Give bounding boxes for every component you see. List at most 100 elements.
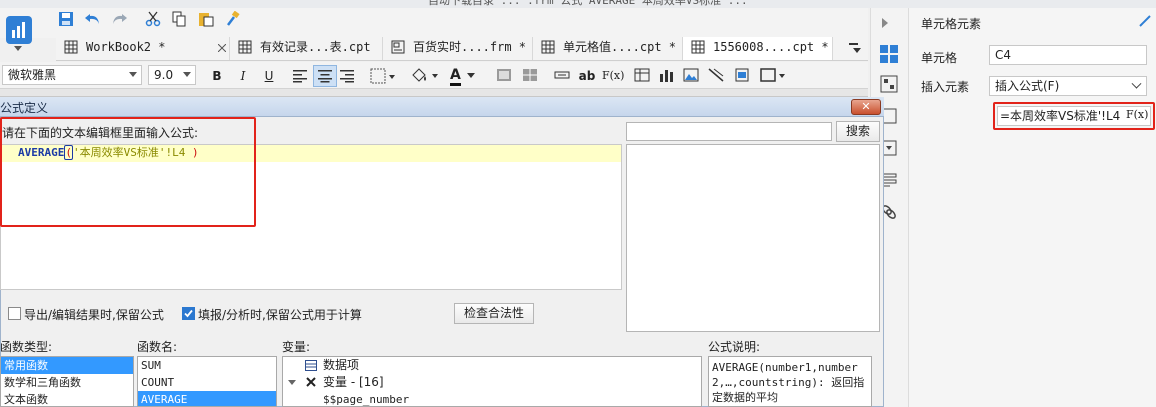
tree-item[interactable]: 数据项 [283, 357, 701, 374]
text-field-icon[interactable] [554, 68, 572, 88]
insert-label: 插入元素 [921, 80, 970, 94]
tab-label: 1556008....cpt * [713, 40, 829, 54]
export-keep-formula-checkbox[interactable] [8, 307, 21, 320]
window-title-bar: 自动下载目录 ... .frm 公式 AVERAGE 本周效率VS标准 ... [0, 0, 1156, 8]
list-item[interactable]: 文本函数 [1, 391, 133, 406]
function-type-list[interactable]: 常用函数 数学和三角函数 文本函数 [0, 356, 134, 407]
tab-label: WorkBook2 * [86, 40, 166, 54]
tab-cellvalue[interactable]: 单元格值....cpt * [533, 37, 683, 60]
grid-icon [238, 40, 252, 54]
list-item[interactable]: SUM [138, 357, 276, 374]
sub-report-icon[interactable] [734, 68, 752, 88]
logo-dropdown-arrow[interactable] [14, 46, 22, 51]
insert-element-value: 插入公式(F) [995, 79, 1060, 93]
redo-icon[interactable] [110, 11, 128, 27]
tree-item-label: 数据项 [323, 358, 360, 372]
tree-item[interactable]: $$page_number [283, 391, 701, 406]
tab-overflow-icon[interactable] [848, 41, 862, 55]
font-name-select[interactable]: 微软雅黑 [2, 65, 142, 85]
window-title: 自动下载目录 ... .frm 公式 AVERAGE 本周效率VS标准 ... [428, 0, 748, 7]
grid-icon [64, 40, 78, 54]
list-item[interactable]: 数学和三角函数 [1, 374, 133, 391]
font-color-button[interactable]: A [450, 65, 475, 86]
format-toolbar: 微软雅黑 9.0 B I U A ab F(x) [0, 62, 868, 89]
paste-icon[interactable] [198, 11, 214, 27]
font-size-select[interactable]: 9.0 [148, 65, 196, 85]
panel-title: 单元格元素 [921, 17, 982, 31]
tab-label: 百货实时....frm * [413, 40, 527, 54]
list-item[interactable]: AVERAGE [138, 391, 276, 406]
description-label: 公式说明: [708, 340, 761, 354]
chevron-down-icon [1131, 78, 1142, 89]
tree-item-label: 变量 - [16] [323, 375, 384, 389]
fill-color-icon[interactable] [410, 67, 440, 87]
variable-tree[interactable]: 数据项 变量 - [16] $$page_number [282, 356, 702, 407]
form-icon [391, 40, 405, 54]
search-button[interactable]: 搜索 [836, 121, 880, 142]
underline-button[interactable]: U [260, 66, 278, 86]
fill-keep-formula-label: 填报/分析时,保留公式用于计算 [198, 308, 362, 322]
insert-element-select[interactable]: 插入公式(F) [989, 76, 1147, 96]
list-item[interactable]: COUNT [138, 374, 276, 391]
expand-icon[interactable] [288, 380, 296, 385]
description-text: AVERAGE(number1,number2,…,countstring): … [712, 361, 865, 404]
align-right-icon[interactable] [339, 69, 357, 89]
chart-icon[interactable] [658, 68, 676, 88]
cut-icon[interactable] [145, 11, 161, 27]
undo-icon[interactable] [84, 11, 102, 27]
cell-field[interactable]: C4 [989, 45, 1147, 65]
list-item[interactable]: 常用函数 [1, 357, 133, 374]
variable-icon [305, 376, 317, 388]
variable-label: 变量: [282, 340, 311, 354]
tab-label: 单元格值....cpt * [563, 40, 677, 54]
frame-icon[interactable] [760, 68, 786, 88]
fill-keep-formula-checkbox[interactable] [182, 307, 195, 320]
format-painter-icon[interactable] [225, 11, 241, 27]
search-result-list[interactable] [626, 144, 880, 332]
tree-item-label: $$page_number [323, 393, 410, 406]
highlight-box [0, 117, 256, 227]
cell-label: 单元格 [921, 51, 958, 65]
document-tab-strip: WorkBook2 * 有效记录...表.cpt 百货实时....frm * 单… [56, 37, 868, 61]
dialog-title: 公式定义 [0, 101, 49, 115]
tab-workbook2[interactable]: WorkBook2 * [56, 37, 230, 60]
cell-attribute-icon[interactable] [879, 44, 899, 64]
bold-button[interactable]: B [208, 66, 226, 86]
tab-baihuo[interactable]: 百货实时....frm * [383, 37, 533, 60]
function-description: AVERAGE(number1,number2,…,countstring): … [708, 356, 872, 407]
border-icon[interactable] [370, 68, 396, 88]
highlight-box [993, 102, 1155, 130]
slash-icon[interactable] [708, 68, 726, 88]
check-validity-button[interactable]: 检查合法性 [454, 303, 534, 324]
tab-1556008[interactable]: 1556008....cpt * [683, 37, 833, 60]
copy-icon[interactable] [171, 11, 187, 27]
italic-button[interactable]: I [234, 66, 252, 86]
image-icon[interactable] [683, 68, 701, 88]
save-icon[interactable] [58, 11, 74, 27]
split-cell-icon[interactable] [522, 68, 540, 88]
chevron-down-icon [129, 72, 137, 77]
table-icon[interactable] [634, 68, 652, 88]
formula-button[interactable]: F(x) [602, 66, 624, 86]
font-size-value: 9.0 [154, 68, 174, 82]
merge-cell-icon[interactable] [496, 68, 514, 88]
dialog-close-button[interactable]: ✕ [851, 99, 881, 115]
export-keep-formula-label: 导出/编辑结果时,保留公式 [24, 308, 164, 322]
tab-youxiao[interactable]: 有效记录...表.cpt [230, 37, 383, 60]
main-toolbar [0, 8, 868, 38]
close-icon[interactable] [218, 40, 230, 56]
cell-style-icon[interactable] [879, 74, 899, 94]
table-icon [305, 360, 317, 371]
cell-field-value: C4 [995, 48, 1012, 62]
align-left-icon[interactable] [292, 69, 310, 89]
expand-right-icon[interactable] [882, 18, 888, 28]
font-color-label: A [450, 67, 461, 86]
edit-pencil-icon[interactable] [1139, 15, 1151, 27]
tree-item[interactable]: 变量 - [16] [283, 374, 701, 391]
rich-text-button[interactable]: ab [578, 66, 596, 86]
function-search-input[interactable] [626, 122, 832, 141]
function-name-list[interactable]: SUM COUNT AVERAGE [137, 356, 277, 407]
app-logo[interactable] [6, 16, 32, 44]
chevron-down-icon [183, 72, 191, 77]
align-center-icon[interactable] [313, 65, 337, 87]
